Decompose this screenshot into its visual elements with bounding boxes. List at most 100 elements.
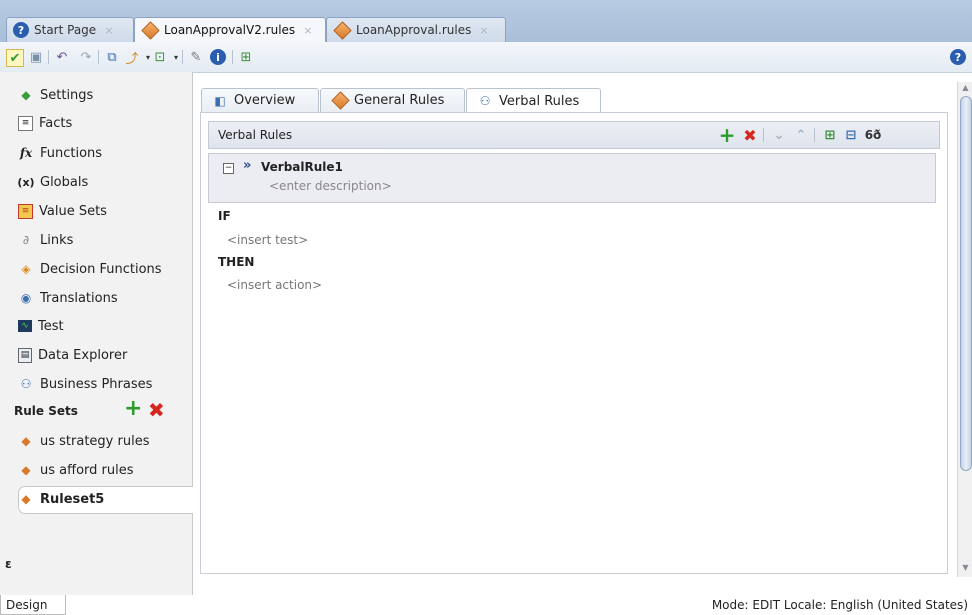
dependencies-icon[interactable]: ⤴	[124, 49, 140, 67]
rule-set-item[interactable]: ◆ Ruleset5	[18, 486, 104, 512]
translations-icon: ◉	[20, 291, 32, 305]
toolbar-separator	[182, 50, 183, 64]
add-icon[interactable]: +	[718, 123, 736, 147]
tab-label: Design	[6, 598, 48, 612]
sidebar-item-label: Links	[40, 232, 74, 248]
toolbar-separator	[98, 50, 99, 64]
data-explorer-icon: ▤	[18, 347, 32, 363]
info-icon[interactable]: i	[210, 49, 226, 65]
sidebar-item-translations[interactable]: ◉ Translations	[18, 285, 118, 311]
sidebar-item-data-explorer[interactable]: ▤ Data Explorer	[18, 342, 127, 368]
collapse-sidebar-icon[interactable]: ɛ	[5, 557, 12, 571]
tab-start-page[interactable]: ? Start Page ×	[6, 17, 134, 42]
insert-test-placeholder[interactable]: <insert test>	[227, 233, 308, 247]
rule-sets-header: Rule Sets + ✖	[14, 396, 182, 422]
status-text: Mode: EDIT Locale: English (United State…	[711, 598, 968, 612]
value-sets-icon: ≡	[18, 203, 33, 219]
tab-label: Verbal Rules	[499, 93, 580, 109]
toolbar-separator	[232, 50, 233, 64]
sidebar-item-label: Business Phrases	[40, 376, 153, 392]
sidebar-item-label: Functions	[40, 145, 103, 161]
insert-action-placeholder[interactable]: <insert action>	[227, 278, 322, 292]
sidebar-item-label: Translations	[40, 290, 118, 306]
rule-description-field[interactable]: <enter description>	[269, 179, 392, 193]
tab-loanapprovalv2[interactable]: LoanApprovalV2.rules ×	[134, 17, 326, 42]
business-phrases-icon: ⚇	[20, 377, 32, 391]
close-icon[interactable]: ×	[303, 24, 312, 37]
tab-loanapproval[interactable]: LoanApproval.rules ×	[326, 17, 506, 42]
toolbar: ✔ ▣ ↶ ↷ ⧉ ⤴ ▾ ⊡ ▾ ✎ i ⊞ ?	[0, 42, 972, 73]
tab-verbal-rules[interactable]: ⚇ Verbal Rules	[466, 88, 601, 113]
if-label: IF	[218, 209, 231, 223]
collapse-toggle-icon[interactable]: −	[223, 163, 234, 174]
status-bar: Mode: EDIT Locale: English (United State…	[193, 595, 972, 615]
rule-set-item[interactable]: ◆ us afford rules	[18, 457, 134, 483]
scrollbar-thumb[interactable]	[960, 96, 972, 471]
delete-icon[interactable]: ✖	[741, 126, 759, 145]
move-up-icon[interactable]: ⌃	[792, 126, 810, 144]
verbal-rules-header: Verbal Rules + ✖ ⌄ ⌃ ⊞ ⊟ 6ð	[208, 121, 940, 149]
redo-icon[interactable]: ↷	[78, 49, 94, 65]
tab-design[interactable]: Design	[0, 595, 66, 615]
facts-icon: ≡	[18, 115, 33, 131]
sidebar-item-value-sets[interactable]: ≡ Value Sets	[18, 198, 107, 224]
sidebar-item-links[interactable]: ∂ Links	[18, 227, 74, 253]
undo-icon[interactable]: ↶	[54, 49, 70, 65]
verbal-rule: − » VerbalRule1 <enter description>	[208, 153, 936, 203]
tab-general-rules[interactable]: General Rules	[320, 88, 465, 112]
sidebar-item-label: Data Explorer	[38, 347, 128, 363]
overview-icon: ◧	[214, 93, 226, 108]
move-down-icon[interactable]: ⌄	[770, 126, 788, 144]
tab-label: Start Page	[34, 23, 97, 37]
tools-icon[interactable]: ✎	[188, 49, 204, 65]
flow-icon[interactable]: ⧉	[104, 49, 120, 65]
rule-set-icon: ◆	[21, 434, 31, 448]
sidebar-item-test[interactable]: ∿ Test	[18, 313, 64, 339]
sidebar-item-business-phrases[interactable]: ⚇ Business Phrases	[18, 371, 153, 397]
vertical-scrollbar[interactable]: ▲ ▼	[957, 82, 972, 577]
close-icon[interactable]: ×	[479, 24, 488, 37]
decision-functions-icon: ◈	[21, 262, 31, 276]
validate-icon[interactable]: ✔	[6, 49, 24, 67]
collapse-icon[interactable]: ⊟	[842, 126, 860, 144]
help-icon[interactable]: ?	[950, 49, 966, 65]
rule-set-label: Ruleset5	[40, 491, 105, 507]
sidebar-item-facts[interactable]: ≡ Facts	[18, 110, 72, 136]
sidebar-item-label: Decision Functions	[40, 261, 162, 277]
rule-set-label: us afford rules	[40, 462, 134, 478]
rule-set-icon: ◆	[21, 492, 31, 506]
rule-set-icon: ◆	[21, 463, 31, 477]
scroll-up-icon[interactable]: ▲	[961, 83, 970, 92]
generate-icon[interactable]: ⊡	[152, 49, 168, 65]
close-icon[interactable]: ×	[104, 24, 113, 37]
sidebar-item-settings[interactable]: ◆ Settings	[18, 82, 93, 108]
help-icon: ?	[13, 22, 29, 38]
expand-icon[interactable]: ⊞	[821, 126, 839, 144]
globals-icon: (x)	[17, 175, 35, 189]
rules-diamond-icon	[141, 20, 160, 40]
scroll-down-icon[interactable]: ▼	[961, 563, 970, 572]
sidebar-item-functions[interactable]: fx Functions	[18, 140, 102, 166]
tab-label: General Rules	[354, 93, 445, 108]
toolbar-separator	[48, 50, 49, 64]
sidebar-item-label: Facts	[39, 115, 73, 131]
rules-diamond-icon	[331, 91, 350, 110]
tab-overview[interactable]: ◧ Overview	[201, 88, 319, 112]
links-icon: ∂	[22, 233, 30, 247]
sidebar-item-globals[interactable]: (x) Globals	[17, 169, 88, 195]
rule-set-label: us strategy rules	[40, 433, 150, 449]
sidebar-item-label: Value Sets	[39, 203, 107, 219]
add-icon[interactable]: +	[124, 396, 142, 421]
rule-sets-title: Rule Sets	[14, 404, 78, 418]
preview-icon[interactable]: ▣	[28, 49, 44, 65]
layout-icon[interactable]: ⊞	[238, 49, 254, 65]
view-icon[interactable]: 6ð	[864, 126, 882, 144]
rule-name[interactable]: VerbalRule1	[261, 160, 343, 174]
delete-icon[interactable]: ✖	[148, 398, 165, 422]
sidebar-item-decision-functions[interactable]: ◈ Decision Functions	[18, 256, 162, 282]
settings-icon: ◆	[21, 88, 31, 102]
functions-icon: fx	[19, 146, 33, 160]
chevron-down-icon[interactable]: »	[243, 158, 251, 173]
rule-set-item[interactable]: ◆ us strategy rules	[18, 428, 149, 454]
verbal-rules-icon: ⚇	[479, 94, 491, 108]
